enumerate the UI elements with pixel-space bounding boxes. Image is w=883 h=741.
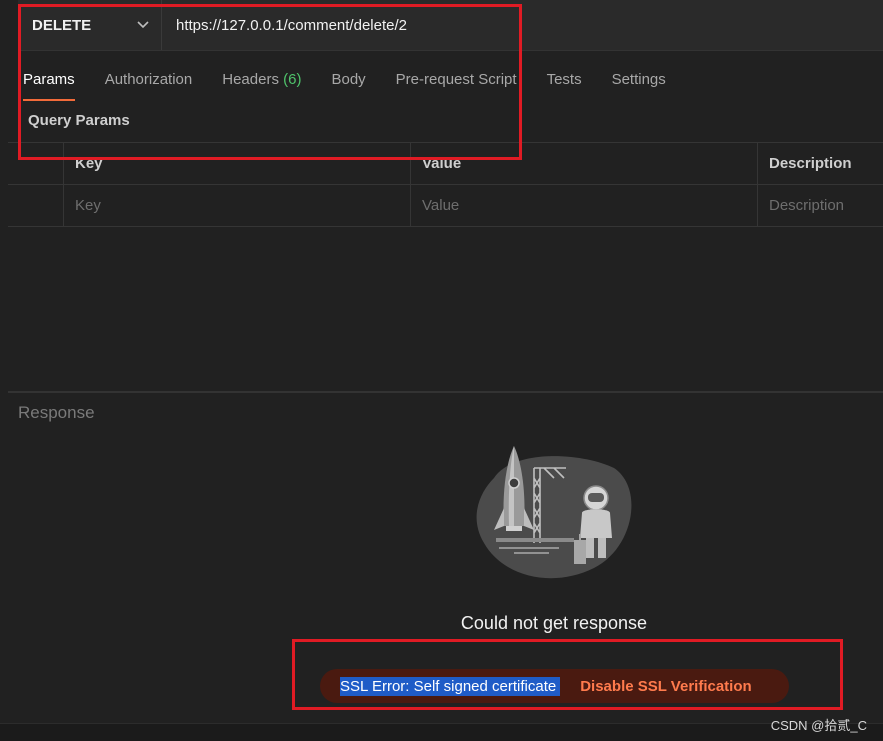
checkbox-column-header bbox=[8, 143, 64, 184]
key-input[interactable]: Key bbox=[64, 185, 411, 226]
response-label: Response bbox=[18, 403, 95, 422]
table-row: Key Value Description bbox=[8, 184, 883, 227]
row-checkbox-cell bbox=[8, 185, 64, 226]
value-column-header: Value bbox=[411, 143, 758, 184]
tab-headers-label: Headers bbox=[222, 71, 279, 88]
key-column-header: Key bbox=[64, 143, 411, 184]
description-input[interactable]: Description bbox=[758, 185, 883, 226]
no-response-message: Could not get response bbox=[460, 613, 648, 633]
tab-params[interactable]: Params bbox=[23, 60, 75, 101]
value-input[interactable]: Value bbox=[411, 185, 758, 226]
url-input[interactable]: https://127.0.0.1/comment/delete/2 bbox=[162, 0, 883, 50]
ssl-error-banner: SSL Error: Self signed certificate Disab… bbox=[320, 669, 789, 703]
pane-divider[interactable] bbox=[8, 391, 883, 393]
query-params-title: Query Params bbox=[28, 112, 130, 129]
app-window: DELETE https://127.0.0.1/comment/delete/… bbox=[0, 0, 883, 741]
tab-tests[interactable]: Tests bbox=[547, 60, 582, 101]
query-params-table: Key Value Description Key Value Descript… bbox=[8, 142, 883, 227]
tab-body[interactable]: Body bbox=[331, 60, 365, 101]
disable-ssl-verification-link[interactable]: Disable SSL Verification bbox=[580, 678, 751, 695]
table-header-row: Key Value Description bbox=[8, 142, 883, 184]
tab-authorization[interactable]: Authorization bbox=[105, 60, 193, 101]
request-tabs: Params Authorization Headers (6) Body Pr… bbox=[23, 60, 696, 102]
headers-count-badge: (6) bbox=[283, 71, 302, 88]
ssl-error-text: SSL Error: Self signed certificate bbox=[340, 676, 561, 696]
watermark: CSDN @拾贰_C bbox=[770, 718, 867, 733]
tab-settings[interactable]: Settings bbox=[612, 60, 666, 101]
rocket-astronaut-illustration bbox=[474, 438, 634, 580]
tab-pre-request-script[interactable]: Pre-request Script bbox=[396, 60, 517, 101]
tab-headers[interactable]: Headers (6) bbox=[222, 60, 301, 101]
request-url-bar: DELETE https://127.0.0.1/comment/delete/… bbox=[18, 0, 883, 51]
http-method-select[interactable]: DELETE bbox=[18, 0, 162, 50]
http-method-label: DELETE bbox=[32, 16, 92, 34]
description-column-header: Description bbox=[769, 155, 852, 172]
status-bar bbox=[0, 723, 883, 741]
chevron-down-icon bbox=[137, 18, 149, 32]
